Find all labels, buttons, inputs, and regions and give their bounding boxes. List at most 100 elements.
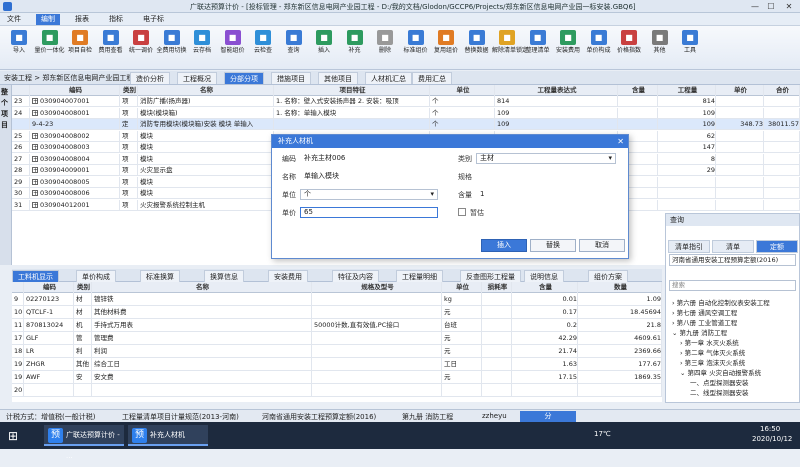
table-row[interactable]: 24 +030904008001 项模块(模块箱) 1. 名称：单输入模块个 109 10… [12, 107, 800, 119]
maximize-icon[interactable]: ☐ [764, 1, 778, 12]
ribbon-button-0[interactable]: ■ 导入 [4, 28, 34, 68]
tab-1[interactable]: 工程概况 [177, 72, 217, 84]
bottom-tab-3[interactable]: 换算信息 [204, 270, 244, 282]
code-field[interactable]: 补充主材006 [300, 153, 438, 164]
expand-icon[interactable]: + [32, 178, 38, 185]
tab-3[interactable]: 措施项目 [271, 72, 311, 84]
ribbon-button-1[interactable]: ■ 量价一体化 [35, 28, 65, 68]
price-input[interactable]: 65 [300, 207, 438, 218]
expand-icon[interactable]: + [32, 144, 38, 151]
ribbon-button-21[interactable]: ■ 其他 [645, 28, 675, 68]
side-tab-1[interactable]: 清单 [712, 240, 754, 253]
category-select[interactable]: 主材 ▾ [476, 153, 616, 164]
ribbon-button-8[interactable]: ■ 云检查 [248, 28, 278, 68]
bottom-tab-8[interactable]: 说明信息 [524, 270, 564, 282]
ribbon-button-20[interactable]: ■ 价格指数 [614, 28, 644, 68]
dialog-close-icon[interactable]: ✕ [617, 135, 624, 148]
resource-row[interactable]: 10 QTCLF-1 材其他材料费 元 0.17 18.45694 [12, 306, 662, 319]
ribbon-button-12[interactable]: ■ 删除 [370, 28, 400, 68]
ribbon-button-19[interactable]: ■ 单价构成 [584, 28, 614, 68]
bottom-tab-1[interactable]: 单价构成 [76, 270, 116, 282]
resource-row[interactable]: 11 870813024 机手持式万用表 50000计数,直有效值,PC接口 台班 0.2… [12, 319, 662, 332]
tab-2[interactable]: 分部分项 [224, 72, 264, 84]
side-tab-0[interactable]: 清单指引 [668, 240, 710, 253]
tree-item[interactable]: › 第二章 气体灭火系统 [680, 348, 745, 358]
ribbon-button-4[interactable]: ■ 统一调价 [126, 28, 156, 68]
tab-0[interactable]: 造价分析 [130, 72, 170, 84]
status-zoom-button[interactable]: 分 [520, 411, 576, 422]
resource-row[interactable]: 20 [12, 384, 662, 397]
expand-icon[interactable]: + [32, 155, 38, 162]
resource-row[interactable]: 18 LR 利利润 元 21.74 2369.66 [12, 345, 662, 358]
side-search-input[interactable]: 搜索 [669, 280, 796, 291]
ribbon-button-9[interactable]: ■ 查询 [279, 28, 309, 68]
ribbon-button-7[interactable]: ■ 智能组价 [218, 28, 248, 68]
ribbon-button-22[interactable]: ■ 工具 [675, 28, 705, 68]
ribbon-button-2[interactable]: ■ 项目自检 [65, 28, 95, 68]
tree-item[interactable]: 二、线型探测器安装 [690, 388, 749, 398]
cancel-button[interactable]: 取消 [579, 239, 625, 252]
menu-3[interactable]: 指标 [104, 14, 128, 25]
side-tab-2[interactable]: 定额 [756, 240, 798, 253]
ribbon-button-10[interactable]: ■ 插入 [309, 28, 339, 68]
resource-row[interactable]: 9 02270123 材镀锌铁 kg 0.01 1.09 [12, 293, 662, 306]
close-icon[interactable]: ✕ [782, 1, 796, 12]
ribbon-button-3[interactable]: ■ 费用查看 [96, 28, 126, 68]
replace-button[interactable]: 替换 [530, 239, 576, 252]
resource-row[interactable]: 17 GLF 管管理费 元 42.29 4609.61 [12, 332, 662, 345]
tree-item[interactable]: 一、点型探测器安装 [690, 378, 749, 388]
insert-button[interactable]: 插入 [481, 239, 527, 252]
resource-row[interactable]: 19 AWF 安安文费 元 17.15 1869.35 [12, 371, 662, 384]
tree-item[interactable]: › 第六册 自动化控制仪表安装工程 [672, 298, 770, 308]
tree-item[interactable]: › 第七册 通风空调工程 [672, 308, 737, 318]
name-field[interactable]: 单输入模块 [300, 171, 438, 182]
menu-2[interactable]: 报表 [70, 14, 94, 25]
bottom-tab-7[interactable]: 反查图形工程量 [460, 270, 521, 282]
spec-field[interactable] [476, 171, 616, 182]
bottom-tab-0[interactable]: 工料机显示 [12, 270, 59, 282]
expand-icon[interactable]: + [32, 167, 38, 174]
table-row[interactable]: 23 +030904007001 项消防广播(扬声器) 1. 名称：壁入式安装扬声器 … [12, 96, 800, 107]
ribbon-button-5[interactable]: ■ 全费用切换 [157, 28, 187, 68]
tab-4[interactable]: 其他项目 [318, 72, 358, 84]
tree-item[interactable]: ⌄ 第四章 火灾自动报警系统 [680, 368, 761, 378]
ribbon-button-6[interactable]: ■ 云存档 [187, 28, 217, 68]
expand-icon[interactable]: + [32, 98, 38, 105]
table-row[interactable]: 9-4-23 定消防专用模块(模块箱)安装 模块 单输入个 109 109 348.73… [12, 119, 800, 130]
ribbon-button-16[interactable]: ■ 解除清单锁定 [492, 28, 528, 68]
expand-icon[interactable]: + [32, 201, 38, 208]
bottom-tab-4[interactable]: 安装费用 [268, 270, 308, 282]
ribbon-button-14[interactable]: ■ 复用组价 [431, 28, 461, 68]
taskbar-app-dialog[interactable]: 预补充人材机 [128, 425, 208, 446]
minimize-icon[interactable]: — [748, 1, 762, 12]
project-breadcrumb[interactable]: 安装工程 > 郑东新区信息电网产业园工程 [4, 73, 133, 83]
bottom-tab-2[interactable]: 标准换算 [140, 270, 180, 282]
unit-select[interactable]: 个 ▾ [300, 189, 438, 200]
menu-0[interactable]: 文件 [2, 14, 26, 25]
bottom-tab-5[interactable]: 特征及内容 [332, 270, 379, 282]
quota-book-select[interactable]: 河南省通用安装工程预算定额(2016) [669, 254, 796, 266]
bottom-tab-6[interactable]: 工程量明细 [396, 270, 443, 282]
tab-6[interactable]: 费用汇总 [412, 72, 452, 84]
ribbon-button-13[interactable]: ■ 标准组价 [401, 28, 431, 68]
bottom-tab-9[interactable]: 组价方案 [588, 270, 628, 282]
menu-4[interactable]: 电子标 [138, 14, 169, 25]
expand-icon[interactable]: + [32, 190, 38, 197]
menu-1[interactable]: 编制 [36, 14, 60, 25]
tab-5[interactable]: 人材机汇总 [365, 72, 412, 84]
ribbon-button-15[interactable]: ■ 替换数据 [462, 28, 492, 68]
left-vertical-bar[interactable]: 整个项目 [0, 85, 12, 265]
windows-start-icon[interactable]: ⊞ [4, 427, 22, 445]
tree-item[interactable]: ⌄ 第九册 消防工程 [672, 328, 727, 338]
taskbar-app-main[interactable]: 预广联达预算计价 - ... [44, 425, 124, 460]
expand-icon[interactable]: + [32, 109, 38, 116]
ribbon-button-17[interactable]: ■ 整理清单 [523, 28, 553, 68]
temp-checkbox[interactable] [458, 208, 466, 216]
ribbon-button-11[interactable]: ■ 补充 [340, 28, 370, 68]
tree-item[interactable]: › 第一章 水灭火系统 [680, 338, 739, 348]
expand-icon[interactable]: + [32, 132, 38, 139]
tree-item[interactable]: › 第三章 泡沫灭火系统 [680, 358, 745, 368]
tree-item[interactable]: › 第八册 工业管道工程 [672, 318, 737, 328]
ribbon-button-18[interactable]: ■ 安装费用 [553, 28, 583, 68]
content-field[interactable]: 1 [476, 189, 616, 200]
